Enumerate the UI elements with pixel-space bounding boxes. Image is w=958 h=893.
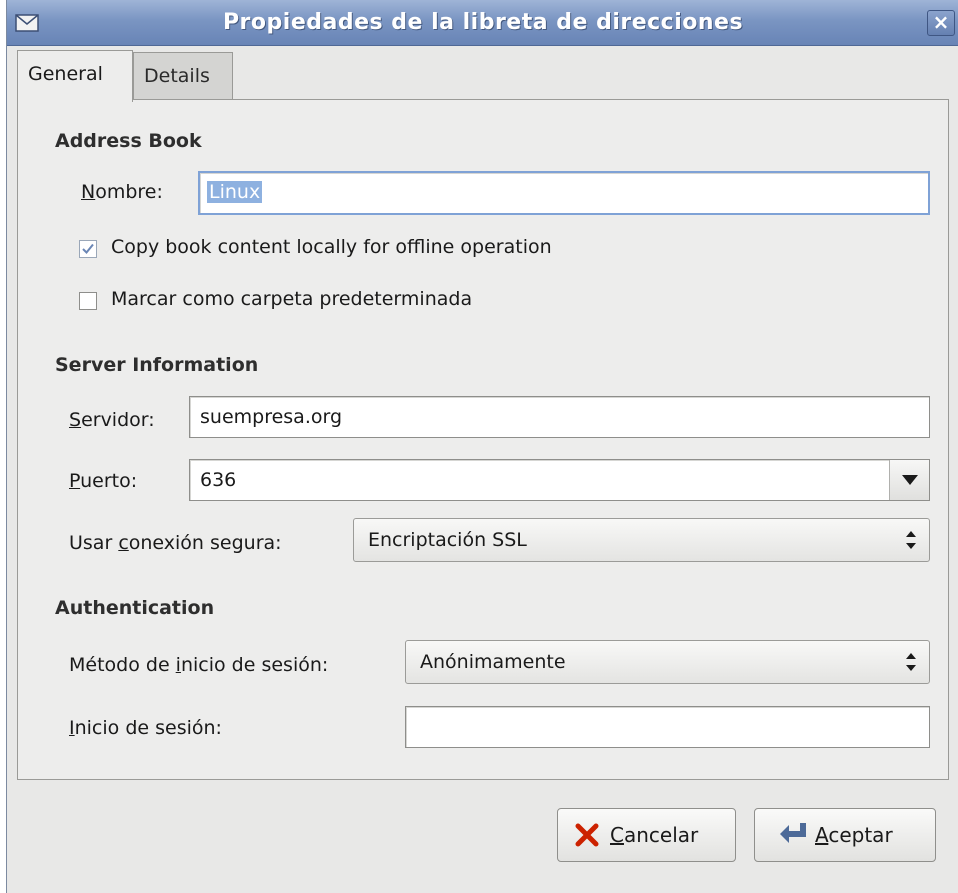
port-label: Puerto:: [69, 470, 138, 492]
dialog-window: Propiedades de la libreta de direcciones…: [6, 0, 958, 893]
server-info-heading: Server Information: [55, 354, 259, 376]
title-bar[interactable]: Propiedades de la libreta de direcciones…: [7, 0, 958, 46]
close-icon: ×: [932, 10, 950, 34]
tab-general[interactable]: General: [17, 50, 133, 102]
chevron-down-icon: [902, 475, 918, 485]
updown-arrows-icon: [906, 653, 916, 671]
authentication-heading: Authentication: [55, 597, 215, 619]
ok-button-label: Aceptar: [815, 823, 893, 847]
port-combo-value: 636: [200, 469, 237, 491]
default-folder-checkbox[interactable]: [79, 292, 97, 310]
updown-arrows-icon: [906, 531, 916, 549]
name-field[interactable]: Linux: [198, 171, 930, 215]
secure-connection-select[interactable]: Encriptación SSL: [353, 518, 930, 562]
port-dropdown-button[interactable]: [889, 460, 929, 500]
server-field[interactable]: suempresa.org: [189, 396, 930, 438]
offline-checkbox-label[interactable]: Copy book content locally for offline op…: [111, 236, 552, 258]
secure-connection-label: Usar conexión segura:: [69, 532, 282, 554]
cancel-button[interactable]: Cancelar: [557, 808, 736, 862]
tab-details[interactable]: Details: [133, 52, 233, 100]
cancel-button-label: Cancelar: [610, 823, 699, 847]
name-label: Nombre:: [81, 181, 163, 203]
login-method-label: Método de inicio de sesión:: [69, 654, 329, 676]
tab-details-label: Details: [144, 65, 210, 87]
return-arrow-icon: [780, 823, 806, 843]
x-icon: [575, 823, 599, 847]
tab-general-label: General: [28, 63, 103, 85]
name-field-value: Linux: [207, 181, 263, 203]
login-method-value: Anónimamente: [420, 651, 566, 673]
ok-button[interactable]: Aceptar: [754, 808, 936, 862]
login-method-select[interactable]: Anónimamente: [405, 640, 930, 684]
port-combo[interactable]: 636: [189, 459, 930, 501]
address-book-heading: Address Book: [55, 130, 202, 152]
secure-connection-value: Encriptación SSL: [368, 529, 527, 551]
login-label: Inicio de sesión:: [69, 717, 222, 739]
close-button[interactable]: ×: [927, 10, 955, 36]
window-title: Propiedades de la libreta de direcciones: [222, 10, 744, 35]
offline-checkbox[interactable]: [79, 240, 97, 258]
checkmark-icon: [82, 243, 94, 254]
server-label: Servidor:: [69, 409, 155, 431]
server-field-value: suempresa.org: [200, 406, 343, 428]
default-folder-checkbox-label[interactable]: Marcar como carpeta predeterminada: [111, 288, 472, 310]
login-field[interactable]: [405, 706, 930, 748]
